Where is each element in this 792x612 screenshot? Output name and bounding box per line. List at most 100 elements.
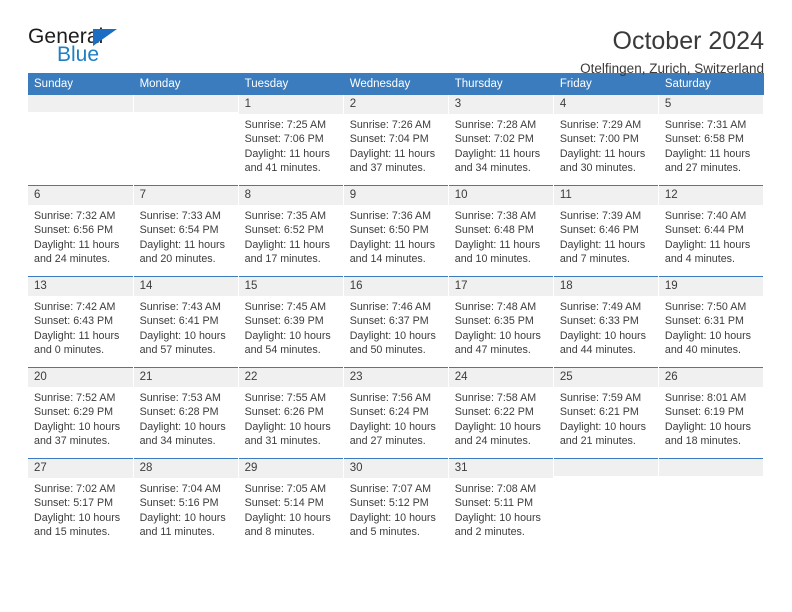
calendar-day-cell[interactable]: 29 Sunrise: 7:05 AM Sunset: 5:14 PM Dayligh… (238, 458, 344, 549)
calendar-day-cell[interactable]: 22 Sunrise: 7:55 AM Sunset: 6:26 PM Dayligh… (238, 367, 344, 459)
calendar-day-cell[interactable]: 3 Sunrise: 7:28 AM Sunset: 7:02 PM Daylight… (448, 95, 554, 186)
daylight-text: Daylight: 11 hours and 27 minutes. (664, 147, 751, 174)
calendar-day-cell[interactable]: 20 Sunrise: 7:52 AM Sunset: 6:29 PM Dayligh… (28, 367, 134, 459)
daylight-text: Daylight: 11 hours and 0 minutes. (34, 329, 120, 356)
day-cell-inner: 23 Sunrise: 7:56 AM Sunset: 6:24 PM Dayligh… (343, 368, 448, 458)
calendar-day-cell[interactable]: 30 Sunrise: 7:07 AM Sunset: 5:12 PM Dayligh… (343, 458, 449, 549)
day-details: Sunrise: 7:26 AM Sunset: 7:04 PM Daylight:… (344, 114, 448, 175)
sunset-text: Sunset: 6:28 PM (139, 406, 219, 419)
sunset-text: Sunset: 7:04 PM (349, 133, 429, 146)
sunrise-text: Sunrise: 7:29 AM (559, 119, 642, 132)
day-details: Sunrise: 7:40 AM Sunset: 6:44 PM Daylight:… (659, 205, 763, 266)
page-subtitle: Otelfingen, Zurich, Switzerland (580, 61, 764, 76)
day-number: 15 (238, 277, 343, 297)
calendar-day-cell[interactable]: 16 Sunrise: 7:46 AM Sunset: 6:37 PM Dayligh… (343, 276, 449, 368)
sunset-text: Sunset: 6:21 PM (559, 406, 639, 419)
calendar-day-cell-empty (133, 95, 239, 186)
daylight-text: Daylight: 10 hours and 18 minutes. (664, 420, 752, 447)
calendar-day-cell[interactable]: 26 Sunrise: 8:01 AM Sunset: 6:19 PM Dayligh… (658, 367, 765, 459)
sunset-text: Sunset: 5:14 PM (244, 497, 324, 510)
day-cell-inner: 11 Sunrise: 7:39 AM Sunset: 6:46 PM Dayligh… (553, 186, 658, 276)
day-number: 23 (343, 368, 448, 388)
daylight-text: Daylight: 10 hours and 50 minutes. (349, 329, 436, 356)
calendar-day-cell[interactable]: 24 Sunrise: 7:58 AM Sunset: 6:22 PM Dayligh… (448, 367, 554, 459)
sunrise-text: Sunrise: 7:49 AM (559, 301, 642, 314)
day-cell-inner: 26 Sunrise: 8:01 AM Sunset: 6:19 PM Dayligh… (658, 368, 763, 458)
day-cell-inner: 29 Sunrise: 7:05 AM Sunset: 5:14 PM Dayligh… (238, 459, 343, 549)
calendar-week-row: 27 Sunrise: 7:02 AM Sunset: 5:17 PM Dayligh… (28, 458, 765, 549)
calendar-day-cell[interactable]: 13 Sunrise: 7:42 AM Sunset: 6:43 PM Dayligh… (28, 276, 134, 368)
sunrise-text: Sunrise: 7:28 AM (454, 119, 537, 132)
calendar-day-cell-empty (658, 458, 765, 549)
daylight-text: Daylight: 11 hours and 30 minutes. (559, 147, 646, 174)
sunset-text: Sunset: 6:48 PM (454, 224, 534, 237)
calendar-day-cell[interactable]: 1 Sunrise: 7:25 AM Sunset: 7:06 PM Daylight… (238, 95, 344, 186)
day-cell-inner: 8 Sunrise: 7:35 AM Sunset: 6:52 PM Daylight… (238, 186, 343, 276)
day-number: 19 (658, 277, 763, 297)
day-number: 29 (238, 459, 343, 479)
calendar-day-cell[interactable]: 12 Sunrise: 7:40 AM Sunset: 6:44 PM Dayligh… (658, 185, 765, 277)
day-cell-inner: 2 Sunrise: 7:26 AM Sunset: 7:04 PM Daylight… (343, 95, 448, 185)
calendar-day-cell[interactable]: 31 Sunrise: 7:08 AM Sunset: 5:11 PM Dayligh… (448, 458, 554, 549)
day-number (28, 95, 133, 112)
weekday-header-sunday: Sunday (28, 73, 134, 95)
sunrise-text: Sunrise: 7:58 AM (454, 392, 537, 405)
sunset-text: Sunset: 5:17 PM (34, 497, 114, 510)
sunrise-text: Sunrise: 7:39 AM (559, 210, 642, 223)
day-cell-inner: 16 Sunrise: 7:46 AM Sunset: 6:37 PM Dayligh… (343, 277, 448, 367)
day-details: Sunrise: 7:55 AM Sunset: 6:26 PM Daylight:… (239, 387, 343, 448)
calendar-day-cell[interactable]: 18 Sunrise: 7:49 AM Sunset: 6:33 PM Dayligh… (553, 276, 659, 368)
day-details: Sunrise: 7:04 AM Sunset: 5:16 PM Daylight:… (134, 478, 238, 539)
day-number: 24 (448, 368, 553, 388)
calendar-day-cell[interactable]: 17 Sunrise: 7:48 AM Sunset: 6:35 PM Dayligh… (448, 276, 554, 368)
calendar-day-cell[interactable]: 8 Sunrise: 7:35 AM Sunset: 6:52 PM Daylight… (238, 185, 344, 277)
day-number: 28 (133, 459, 238, 479)
calendar-day-cell[interactable]: 9 Sunrise: 7:36 AM Sunset: 6:50 PM Daylight… (343, 185, 449, 277)
sunset-text: Sunset: 6:22 PM (454, 406, 534, 419)
calendar-day-cell[interactable]: 14 Sunrise: 7:43 AM Sunset: 6:41 PM Dayligh… (133, 276, 239, 368)
sunset-text: Sunset: 7:00 PM (559, 133, 639, 146)
general-blue-logo[interactable]: General Blue (28, 26, 148, 74)
calendar-day-cell[interactable]: 2 Sunrise: 7:26 AM Sunset: 7:04 PM Daylight… (343, 95, 449, 186)
sunrise-text: Sunrise: 7:50 AM (664, 301, 747, 314)
day-details: Sunrise: 7:07 AM Sunset: 5:12 PM Daylight:… (344, 478, 448, 539)
day-cell-inner (28, 95, 133, 185)
sunset-text: Sunset: 6:41 PM (139, 315, 219, 328)
calendar-day-cell-empty (553, 458, 659, 549)
sunrise-text: Sunrise: 7:55 AM (244, 392, 327, 405)
calendar-day-cell[interactable]: 4 Sunrise: 7:29 AM Sunset: 7:00 PM Daylight… (553, 95, 659, 186)
day-cell-inner: 21 Sunrise: 7:53 AM Sunset: 6:28 PM Dayligh… (133, 368, 238, 458)
day-cell-inner: 27 Sunrise: 7:02 AM Sunset: 5:17 PM Dayligh… (28, 459, 133, 549)
sunset-text: Sunset: 6:54 PM (139, 224, 219, 237)
calendar-day-cell[interactable]: 27 Sunrise: 7:02 AM Sunset: 5:17 PM Dayligh… (28, 458, 134, 549)
page-title: October 2024 (612, 27, 765, 55)
sunset-text: Sunset: 6:46 PM (559, 224, 639, 237)
calendar-day-cell[interactable]: 19 Sunrise: 7:50 AM Sunset: 6:31 PM Dayligh… (658, 276, 765, 368)
calendar-week-row: 13 Sunrise: 7:42 AM Sunset: 6:43 PM Dayligh… (28, 276, 765, 368)
calendar-day-cell[interactable]: 28 Sunrise: 7:04 AM Sunset: 5:16 PM Dayligh… (133, 458, 239, 549)
sunset-text: Sunset: 6:29 PM (34, 406, 114, 419)
sunrise-text: Sunrise: 7:32 AM (34, 210, 116, 223)
day-number: 20 (28, 368, 133, 388)
daylight-text: Daylight: 10 hours and 8 minutes. (244, 511, 331, 538)
sunset-text: Sunset: 7:02 PM (454, 133, 534, 146)
calendar-day-cell[interactable]: 21 Sunrise: 7:53 AM Sunset: 6:28 PM Dayligh… (133, 367, 239, 459)
sunrise-text: Sunrise: 8:01 AM (664, 392, 747, 405)
daylight-text: Daylight: 10 hours and 57 minutes. (139, 329, 226, 356)
daylight-text: Daylight: 10 hours and 2 minutes. (454, 511, 541, 538)
calendar-day-cell[interactable]: 5 Sunrise: 7:31 AM Sunset: 6:58 PM Daylight… (658, 95, 765, 186)
calendar-day-cell[interactable]: 23 Sunrise: 7:56 AM Sunset: 6:24 PM Dayligh… (343, 367, 449, 459)
calendar-day-cell[interactable]: 11 Sunrise: 7:39 AM Sunset: 6:46 PM Dayligh… (553, 185, 659, 277)
day-cell-inner (553, 459, 658, 549)
day-details: Sunrise: 7:49 AM Sunset: 6:33 PM Daylight:… (554, 296, 658, 357)
calendar-day-cell[interactable]: 7 Sunrise: 7:33 AM Sunset: 6:54 PM Daylight… (133, 185, 239, 277)
calendar-day-cell[interactable]: 15 Sunrise: 7:45 AM Sunset: 6:39 PM Dayligh… (238, 276, 344, 368)
day-details: Sunrise: 7:42 AM Sunset: 6:43 PM Daylight:… (28, 296, 133, 357)
day-details: Sunrise: 7:05 AM Sunset: 5:14 PM Daylight:… (239, 478, 343, 539)
day-number: 30 (343, 459, 448, 479)
day-number: 8 (238, 186, 343, 206)
calendar-day-cell[interactable]: 25 Sunrise: 7:59 AM Sunset: 6:21 PM Dayligh… (553, 367, 659, 459)
calendar-day-cell[interactable]: 10 Sunrise: 7:38 AM Sunset: 6:48 PM Dayligh… (448, 185, 554, 277)
calendar-day-cell[interactable]: 6 Sunrise: 7:32 AM Sunset: 6:56 PM Daylight… (28, 185, 134, 277)
day-details: Sunrise: 7:02 AM Sunset: 5:17 PM Daylight:… (28, 478, 133, 539)
